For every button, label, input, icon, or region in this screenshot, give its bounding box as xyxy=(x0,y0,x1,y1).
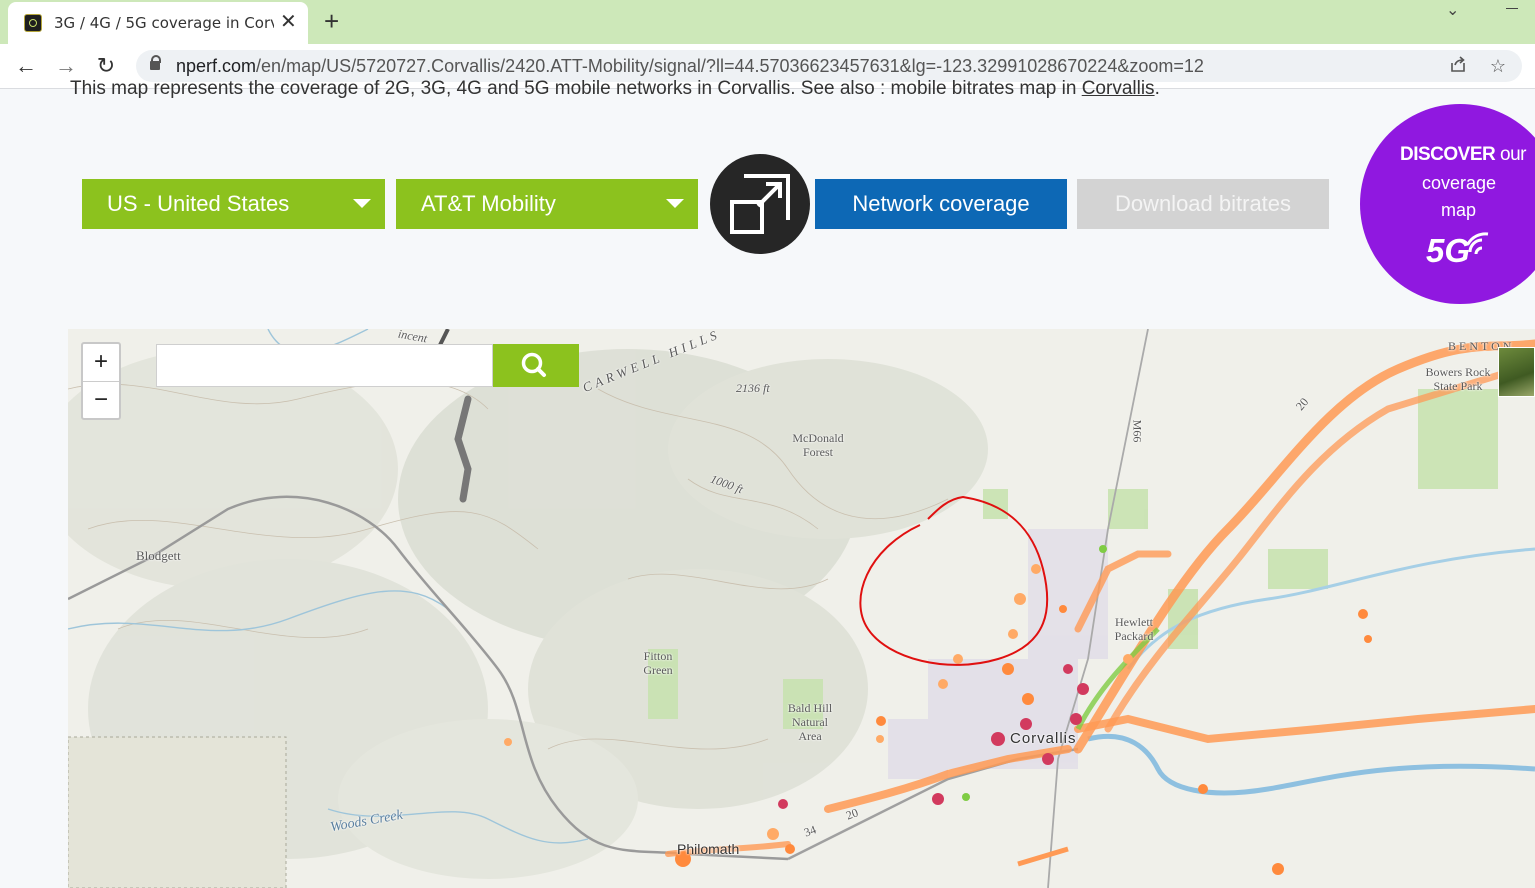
signal-waves-icon xyxy=(1466,232,1489,255)
url-text[interactable]: nperf.com/en/map/US/5720727.Corvallis/24… xyxy=(176,56,1204,77)
tab-close-icon[interactable]: ✕ xyxy=(280,11,297,33)
corvallis-city-label: Corvallis xyxy=(1010,730,1077,747)
elevation-2136-label: 2136 ft xyxy=(736,381,770,395)
url-path: /en/map/US/5720727.Corvallis/2420.ATT-Mo… xyxy=(256,56,1204,76)
lock-icon[interactable] xyxy=(150,55,161,71)
willamette-river xyxy=(1087,733,1535,796)
bald-hill-label: Bald Hill Natural Area xyxy=(787,701,833,743)
fullscreen-button[interactable] xyxy=(710,154,810,254)
tab-search-chevron-icon[interactable]: ⌄ xyxy=(1446,0,1459,20)
promo-our: our xyxy=(1495,144,1526,165)
coverage-map[interactable]: CARWELL HILLS incent 2136 ft McDonald Fo… xyxy=(68,329,1535,888)
promo-5g-badge: 5G xyxy=(1426,232,1471,269)
share-icon[interactable] xyxy=(1446,54,1470,78)
map-search-button[interactable] xyxy=(493,344,579,387)
intro-end: . xyxy=(1154,78,1160,99)
download-bitrates-tab[interactable]: Download bitrates xyxy=(1077,179,1329,229)
tab-title: 3G / 4G / 5G coverage in Corvallis xyxy=(54,14,274,32)
operator-select-label: AT&T Mobility xyxy=(421,191,556,216)
intro-text: This map represents the coverage of 2G, … xyxy=(70,78,1160,100)
fitton-green-label: Fitton Green xyxy=(643,649,673,677)
new-tab-button[interactable]: + xyxy=(324,6,339,36)
url-host: nperf.com xyxy=(176,56,257,76)
zoom-control: + − xyxy=(81,342,121,420)
country-select[interactable]: US - United States xyxy=(82,179,385,229)
reload-icon[interactable]: ↻ xyxy=(92,52,120,80)
map-layer-thumbnail[interactable] xyxy=(1498,347,1535,397)
country-dropdown-caret-icon xyxy=(353,199,371,208)
back-arrow-icon[interactable]: ← xyxy=(12,52,40,80)
forward-arrow-icon[interactable]: → xyxy=(52,52,80,80)
operator-select[interactable]: AT&T Mobility xyxy=(396,179,698,229)
mcdonald-forest-label: McDonald Forest xyxy=(792,431,844,459)
browser-tab[interactable]: 3G / 4G / 5G coverage in Corvallis ✕ xyxy=(8,2,308,44)
promo-line2: coverage xyxy=(1422,173,1497,193)
hewlett-packard-label: Hewlett Packard xyxy=(1114,615,1154,643)
philomath-city-label: Philomath xyxy=(677,841,740,857)
road-m66-label: M66 xyxy=(1130,419,1145,443)
window-minimize-icon[interactable] xyxy=(1504,0,1520,16)
search-icon xyxy=(521,352,546,377)
expand-icon xyxy=(730,174,790,234)
zoom-out-button[interactable]: − xyxy=(83,382,119,419)
promo-discover: DISCOVER xyxy=(1400,144,1496,165)
country-select-label: US - United States xyxy=(107,191,290,216)
bookmark-star-icon[interactable]: ☆ xyxy=(1486,54,1510,78)
zoom-in-button[interactable]: + xyxy=(83,344,119,382)
corvallis-bitrates-link[interactable]: Corvallis xyxy=(1082,78,1155,99)
bowers-rock-label: Bowers Rock State Park xyxy=(1425,365,1491,393)
network-coverage-tab[interactable]: Network coverage xyxy=(815,179,1067,229)
discover-5g-promo[interactable]: DISCOVER our coverage map 5G xyxy=(1360,104,1535,304)
operator-dropdown-caret-icon xyxy=(666,199,684,208)
intro-sentence: This map represents the coverage of 2G, … xyxy=(70,78,1082,99)
blodgett-label: Blodgett xyxy=(136,548,181,563)
promo-line3: map xyxy=(1441,200,1477,220)
promo-line1: DISCOVER our xyxy=(1400,144,1526,166)
nperf-favicon-icon xyxy=(24,14,42,32)
map-search-input[interactable] xyxy=(156,344,493,387)
browser-tab-bar: 3G / 4G / 5G coverage in Corvallis ✕ + ⌄ xyxy=(0,0,1535,44)
map-canvas[interactable] xyxy=(68,329,1535,888)
